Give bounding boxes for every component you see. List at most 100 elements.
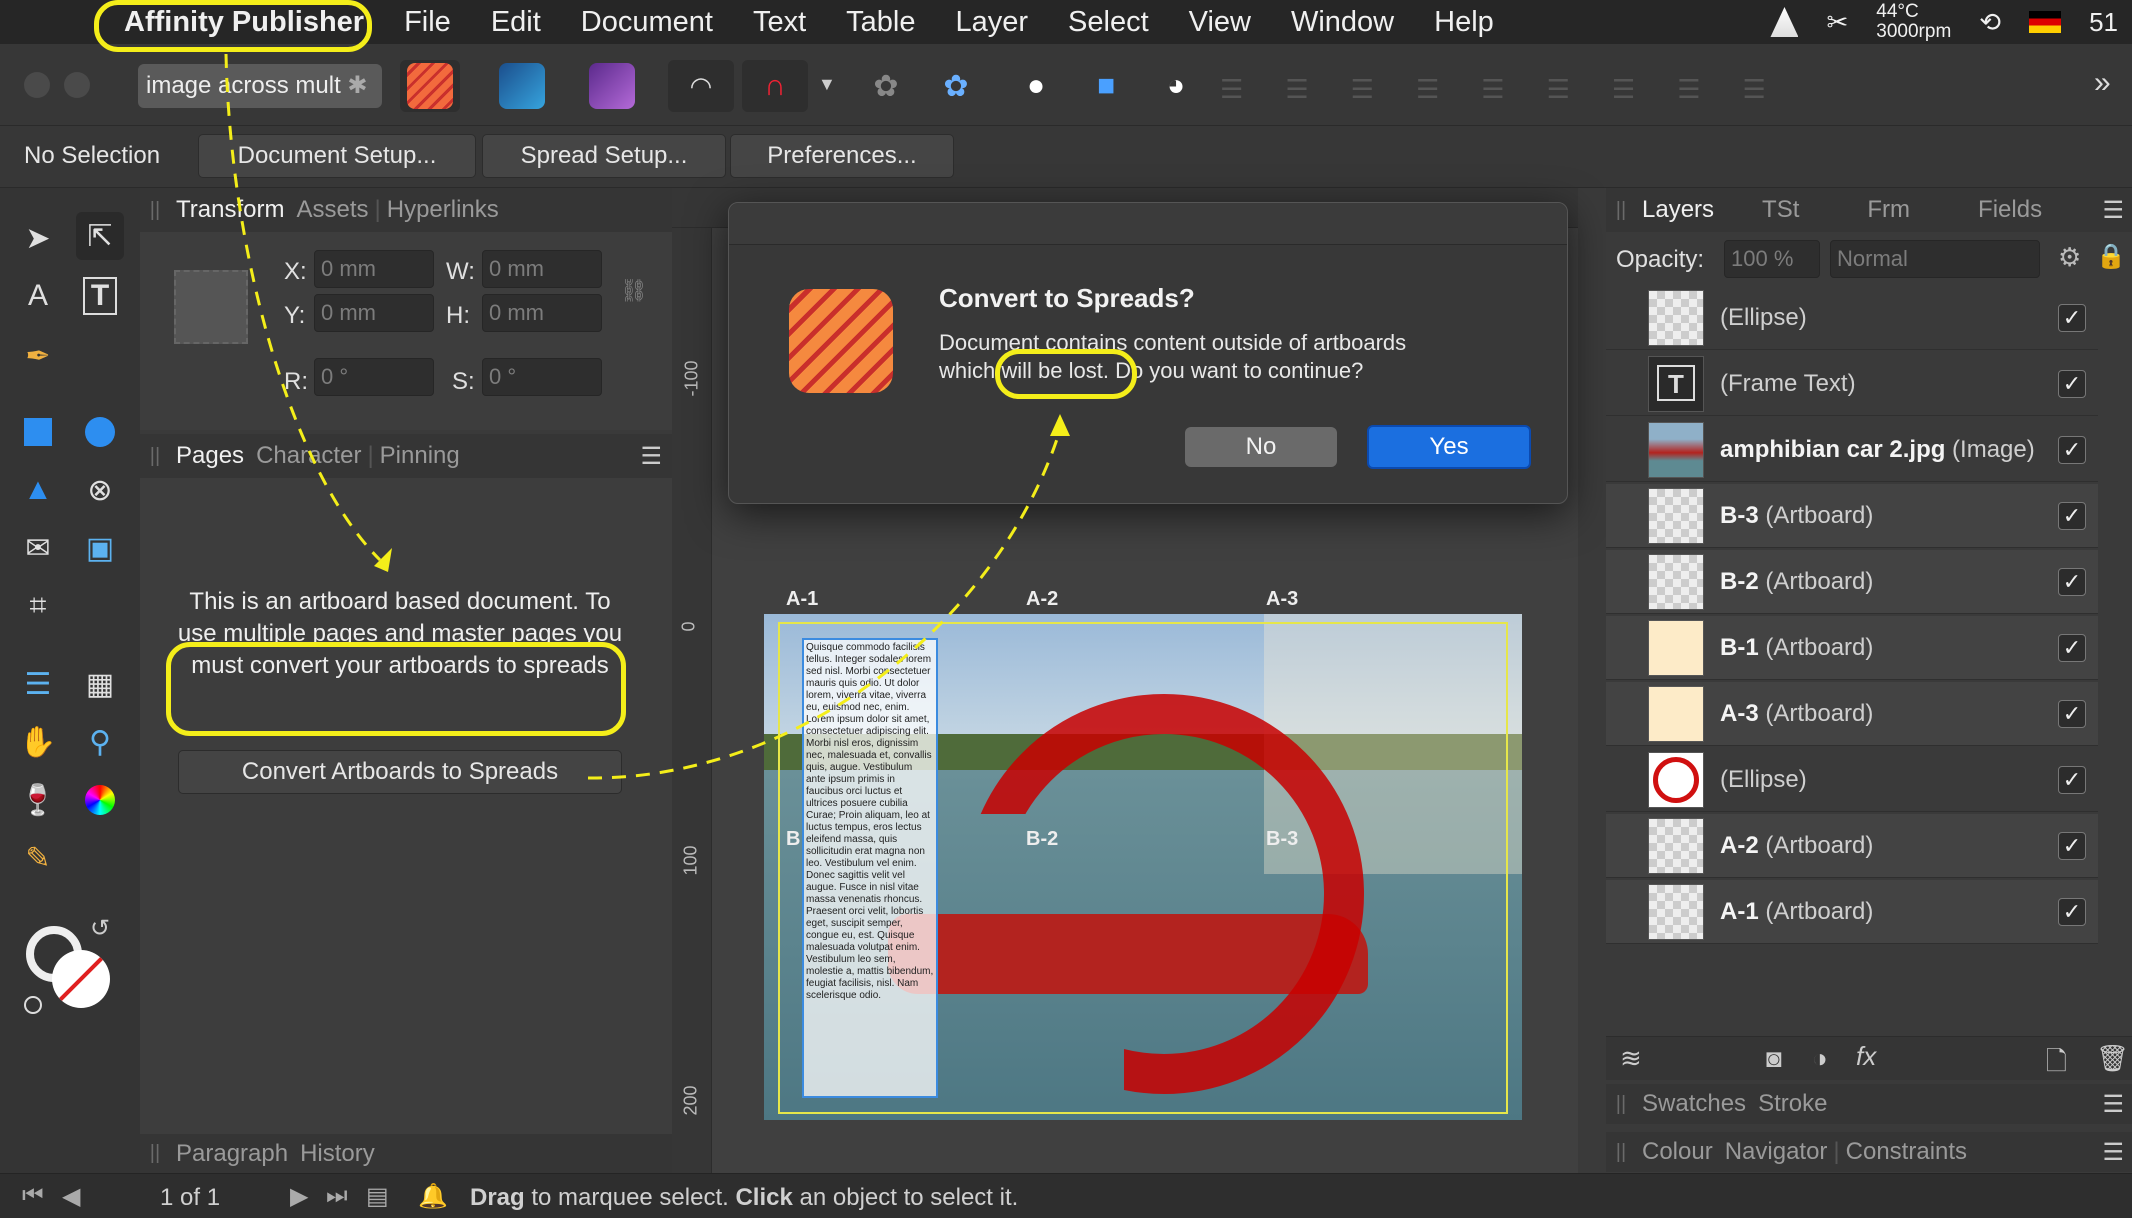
frame-text-icon: T <box>1657 364 1695 401</box>
layer-type: (Artboard) <box>1758 501 1874 529</box>
layer-row[interactable]: amphibian car 2.jpg (Image) ✓ <box>1606 418 2098 482</box>
colour-navigator-tabs: || Colour Navigator | Constraints ☰ <box>1606 1132 2132 1172</box>
tab-fields[interactable]: Fields <box>1972 196 2048 224</box>
blend-mode-select[interactable]: Normal <box>1830 240 2040 278</box>
arrowhead-dialog <box>1050 414 1070 436</box>
layer-type: (Image) <box>1945 435 2035 463</box>
layer-row[interactable]: T (Frame Text) ✓ <box>1606 352 2098 416</box>
layer-visibility-checkbox[interactable]: ✓ <box>2058 831 2086 860</box>
layer-thumbnail <box>1648 421 1704 478</box>
layer-row[interactable]: B-2 (Artboard) ✓ <box>1606 550 2098 614</box>
ellipse-icon <box>1653 756 1699 803</box>
arrowhead-pages <box>374 548 392 572</box>
hint-text: Drag to marquee select. Click an object … <box>470 1184 1018 1212</box>
layer-name: B-1 (Artboard) <box>1720 634 2058 662</box>
layer-visibility-checkbox[interactable]: ✓ <box>2058 567 2086 596</box>
opacity-label: Opacity: <box>1616 246 1705 273</box>
gear-icon[interactable]: ⚙ <box>2058 242 2081 273</box>
layer-visibility-checkbox[interactable]: ✓ <box>2058 897 2086 926</box>
layer-visibility-checkbox[interactable]: ✓ <box>2058 699 2086 728</box>
layer-thumbnail <box>1648 685 1704 742</box>
tab-text-styles[interactable]: TSt <box>1756 196 1805 224</box>
layer-name: (Ellipse) <box>1720 304 2058 332</box>
panel-menu-icon[interactable]: ☰ <box>2102 196 2124 225</box>
prev-page-icon[interactable]: ◀ <box>62 1182 80 1211</box>
layer-type: (Artboard) <box>1758 897 1874 925</box>
panel-menu-icon[interactable]: ☰ <box>2102 1090 2124 1119</box>
layer-row[interactable]: B-1 (Artboard) ✓ <box>1606 616 2098 680</box>
tab-navigator[interactable]: Navigator <box>1719 1138 1834 1166</box>
layer-visibility-checkbox[interactable]: ✓ <box>2058 369 2086 398</box>
page-indicator: 1 of 1 <box>160 1184 221 1211</box>
next-page-icon[interactable]: ▶ <box>290 1182 308 1211</box>
layer-thumbnail <box>1648 553 1704 610</box>
tab-layers[interactable]: Layers <box>1636 196 1720 224</box>
layer-row[interactable]: B-3 (Artboard) ✓ <box>1606 484 2098 548</box>
layer-type: (Artboard) <box>1758 633 1874 661</box>
panel-menu-icon[interactable]: ☰ <box>2102 1138 2124 1167</box>
layer-type: (Artboard) <box>1758 831 1874 859</box>
layer-name-bold: A-3 <box>1720 699 1759 727</box>
page-thumbnail-icon[interactable]: ▤ <box>366 1182 389 1211</box>
trash-icon[interactable]: 🗑 <box>2096 1043 2129 1074</box>
layer-thumbnail <box>1648 817 1704 874</box>
mask-icon[interactable]: ◙ <box>1766 1043 1782 1074</box>
layer-thumbnail <box>1648 487 1704 544</box>
hint-end: an object to select it. <box>792 1184 1019 1211</box>
hint-click: Click <box>735 1184 793 1211</box>
layer-type: (Artboard) <box>1758 567 1874 595</box>
layer-name-bold: amphibian car 2.jpg <box>1720 435 1946 463</box>
status-bar: ⏮ ◀ 1 of 1 ▶ ⏭ ▤ 🔔 Drag to marquee selec… <box>0 1173 2132 1218</box>
layer-visibility-checkbox[interactable]: ✓ <box>2058 303 2086 332</box>
tab-colour[interactable]: Colour <box>1636 1138 1719 1166</box>
layer-name-bold: B-1 <box>1720 633 1759 661</box>
tab-frames[interactable]: Frm <box>1861 196 1916 224</box>
layers-panel-tabs: || Layers TSt Frm Fields ☰ <box>1606 188 2132 232</box>
layer-stack-icon[interactable]: ≋ <box>1620 1043 1642 1074</box>
layers-footer: ≋ ◙ ◑ fx 🗋 🗑 <box>1606 1036 2132 1080</box>
layer-visibility-checkbox[interactable]: ✓ <box>2058 633 2086 662</box>
tab-stroke[interactable]: Stroke <box>1752 1090 1833 1118</box>
opacity-field[interactable]: 100 % <box>1724 240 1820 278</box>
layer-type: (Artboard) <box>1758 699 1874 727</box>
layer-thumbnail: T <box>1648 355 1704 412</box>
tab-swatches[interactable]: Swatches <box>1636 1090 1752 1118</box>
layers-panel: || Layers TSt Frm Fields ☰ Opacity: 100 … <box>1606 188 2132 1173</box>
layer-name-bold: B-2 <box>1720 567 1759 595</box>
layer-visibility-checkbox[interactable]: ✓ <box>2058 435 2086 464</box>
layer-row[interactable]: A-2 (Artboard) ✓ <box>1606 814 2098 878</box>
layer-thumbnail <box>1648 883 1704 940</box>
arrow-convert-to-dialog <box>587 429 1062 780</box>
layer-row[interactable]: (Ellipse) ✓ <box>1606 748 2098 812</box>
layer-thumbnail <box>1648 289 1704 346</box>
swatches-stroke-tabs: || Swatches Stroke ☰ <box>1606 1084 2132 1124</box>
lock-icon[interactable]: 🔒 <box>2096 242 2126 271</box>
add-layer-icon[interactable]: 🗋 <box>2046 1043 2067 1087</box>
layer-name: A-3 (Artboard) <box>1720 700 2058 728</box>
hint-drag: Drag <box>470 1184 525 1211</box>
layer-name-bold: A-1 <box>1720 897 1759 925</box>
hint-mid: to marquee select. <box>524 1184 736 1211</box>
panel-grip-icon[interactable]: || <box>1606 1093 1636 1116</box>
layer-name: B-3 (Artboard) <box>1720 502 2058 530</box>
first-page-icon[interactable]: ⏮ <box>22 1182 44 1210</box>
layer-type: (Ellipse) <box>1720 303 1807 331</box>
adjustment-icon[interactable]: ◑ <box>1812 1043 1828 1074</box>
fx-icon[interactable]: fx <box>1856 1041 1876 1072</box>
layer-name-bold: B-3 <box>1720 501 1759 529</box>
layer-visibility-checkbox[interactable]: ✓ <box>2058 501 2086 530</box>
arrow-app-to-pages <box>224 53 382 562</box>
layer-row[interactable]: (Ellipse) ✓ <box>1606 286 2098 350</box>
layer-row[interactable]: A-1 (Artboard) ✓ <box>1606 880 2098 944</box>
layer-name-bold: A-2 <box>1720 831 1759 859</box>
layer-row[interactable]: A-3 (Artboard) ✓ <box>1606 682 2098 746</box>
notification-bell-icon[interactable]: 🔔 <box>418 1182 448 1211</box>
panel-grip-icon[interactable]: || <box>1606 199 1636 222</box>
layer-name: (Frame Text) <box>1720 370 2058 398</box>
tab-constraints[interactable]: Constraints <box>1840 1138 1973 1166</box>
layer-visibility-checkbox[interactable]: ✓ <box>2058 765 2086 794</box>
layer-thumbnail <box>1648 751 1704 808</box>
panel-grip-icon[interactable]: || <box>1606 1141 1636 1164</box>
last-page-icon[interactable]: ⏭ <box>326 1182 348 1210</box>
layer-type: (Ellipse) <box>1720 765 1807 793</box>
